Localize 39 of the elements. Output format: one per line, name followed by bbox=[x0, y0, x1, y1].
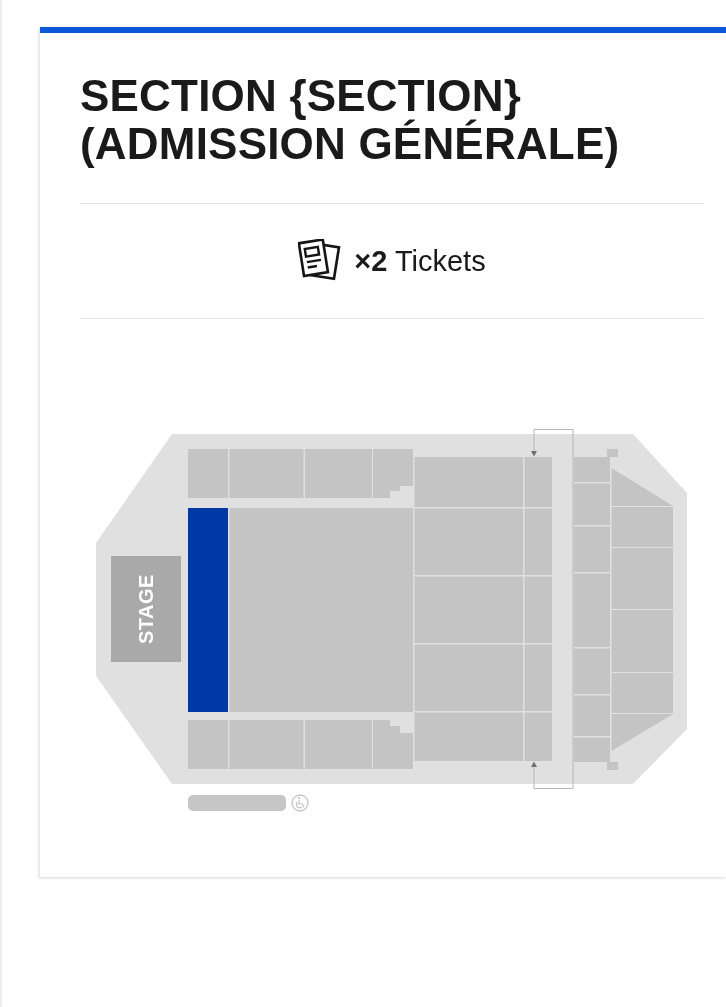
seat-section[interactable] bbox=[611, 507, 673, 547]
seat-section[interactable] bbox=[574, 573, 610, 647]
seat-section[interactable] bbox=[574, 737, 610, 762]
seat-section[interactable] bbox=[524, 576, 552, 643]
seat-section[interactable] bbox=[229, 508, 413, 712]
stage: STAGE bbox=[111, 556, 181, 662]
seat-section[interactable] bbox=[611, 610, 673, 672]
seat-section[interactable] bbox=[574, 457, 610, 482]
seat-section[interactable] bbox=[574, 526, 610, 572]
seat-section[interactable] bbox=[574, 483, 610, 525]
tickets-icon bbox=[298, 239, 343, 283]
seat-section[interactable] bbox=[574, 695, 610, 736]
seat-section[interactable] bbox=[305, 720, 372, 769]
seat-section[interactable] bbox=[414, 508, 523, 575]
wheelchair-icon bbox=[291, 794, 309, 812]
seat-section[interactable] bbox=[188, 449, 228, 498]
seat-section[interactable] bbox=[373, 720, 413, 769]
seat-section[interactable] bbox=[373, 449, 413, 498]
seat-section[interactable] bbox=[305, 449, 372, 498]
seat-section[interactable] bbox=[414, 457, 523, 507]
seat-section[interactable] bbox=[524, 457, 552, 507]
seat-section[interactable] bbox=[414, 576, 523, 643]
seat-section[interactable] bbox=[414, 644, 523, 711]
seat-section[interactable] bbox=[229, 449, 304, 498]
pillar bbox=[607, 762, 618, 770]
seat-section[interactable] bbox=[611, 548, 673, 609]
seat-section[interactable] bbox=[524, 644, 552, 711]
seat-section[interactable] bbox=[611, 673, 673, 713]
seat-section[interactable] bbox=[229, 720, 304, 769]
seat-section[interactable] bbox=[611, 714, 673, 751]
ticket-count: ×2 Tickets bbox=[354, 244, 486, 278]
pillar bbox=[607, 449, 618, 457]
seat-section[interactable] bbox=[611, 468, 673, 506]
seat-section[interactable] bbox=[188, 720, 228, 769]
seat-section[interactable] bbox=[414, 712, 523, 761]
seat-section[interactable] bbox=[524, 508, 552, 575]
seat-section[interactable] bbox=[188, 508, 228, 712]
seat-section[interactable] bbox=[574, 648, 610, 694]
section-title: SECTION {SECTION} (ADMISSION GÉNÉRALE) bbox=[80, 72, 621, 168]
